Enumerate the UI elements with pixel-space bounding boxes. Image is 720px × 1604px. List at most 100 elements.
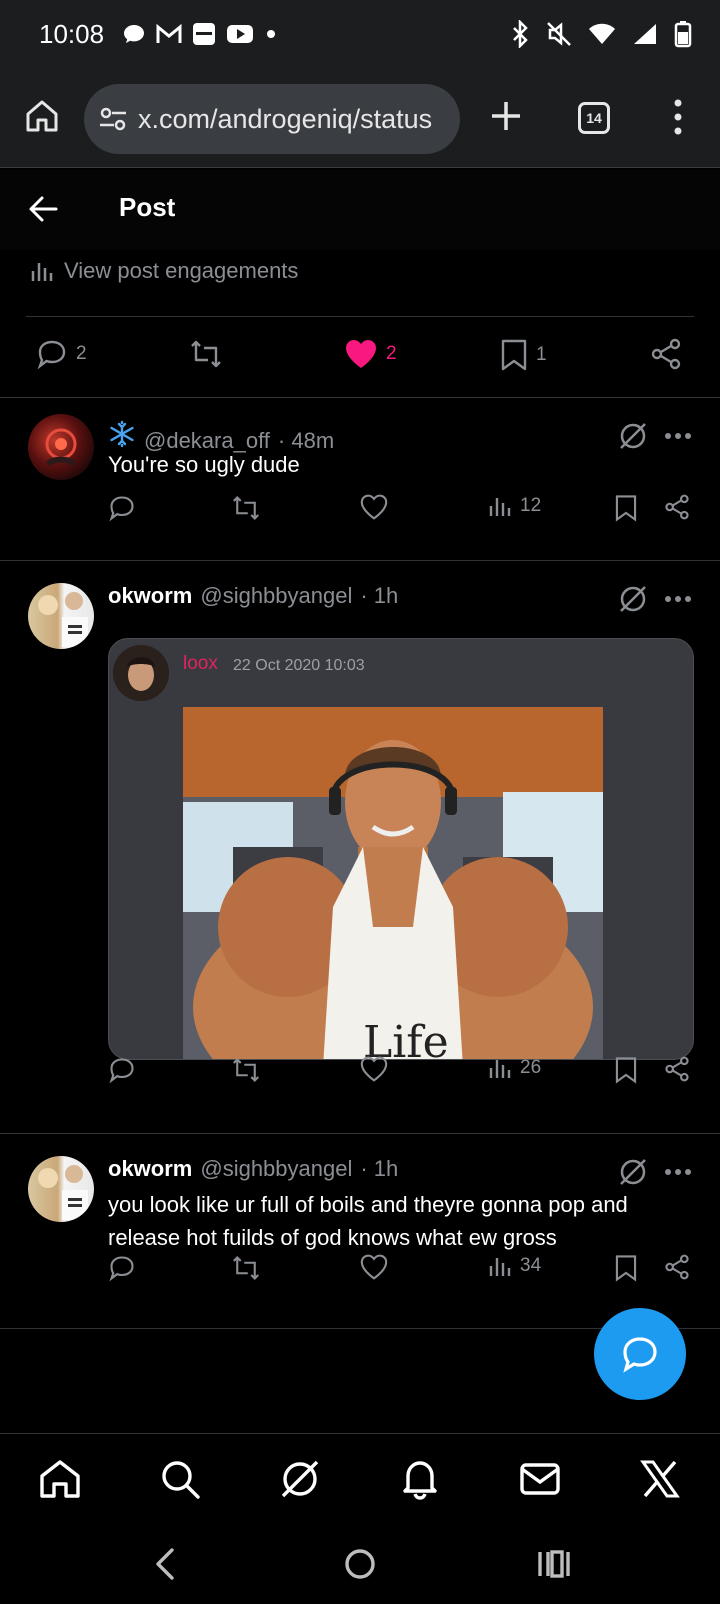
bookmark-button[interactable] xyxy=(614,1254,638,1282)
reply-header: okworm @sighbbyangel · 1h xyxy=(108,1156,398,1182)
repost-button[interactable] xyxy=(230,1254,262,1282)
avatar[interactable] xyxy=(28,1156,94,1222)
like-button[interactable] xyxy=(360,494,388,520)
gym-photo: Life xyxy=(183,707,603,1060)
samsung-icon xyxy=(193,23,215,45)
browser-menu-icon[interactable] xyxy=(664,98,692,136)
quoted-media-card[interactable]: loox 22 Oct 2020 10:03 Life xyxy=(108,638,694,1060)
bookmark-icon xyxy=(615,1057,637,1084)
avatar-art xyxy=(45,428,77,467)
reply-icon xyxy=(37,340,66,370)
reply-button[interactable] xyxy=(108,1254,136,1282)
avatar[interactable] xyxy=(28,414,94,480)
browser-toolbar: x.com/androgeniq/status 14 xyxy=(0,70,720,168)
post-actions: 2 2 1 xyxy=(0,330,720,390)
analytics-icon xyxy=(31,263,53,281)
nav-notifications-icon[interactable] xyxy=(397,1456,443,1502)
repost-button[interactable] xyxy=(230,1056,262,1084)
status-icons-left xyxy=(122,22,278,46)
share-button[interactable] xyxy=(664,1254,690,1280)
nav-home-icon[interactable] xyxy=(37,1456,83,1502)
avatar-art xyxy=(38,1165,88,1220)
mute-icon xyxy=(547,22,571,46)
grok-icon[interactable] xyxy=(617,583,649,615)
reply-actions: 26 xyxy=(0,1056,720,1096)
nav-x-icon[interactable] xyxy=(637,1456,683,1502)
tab-switcher-button[interactable]: 14 xyxy=(578,102,610,134)
reply-handle[interactable]: @sighbbyangel xyxy=(200,1156,352,1182)
more-options-icon[interactable] xyxy=(664,1168,692,1176)
url-text[interactable]: x.com/androgeniq/status xyxy=(138,104,432,135)
like-button[interactable]: 2 xyxy=(344,338,397,370)
reply-header: okworm @sighbbyangel · 1h xyxy=(108,583,398,609)
bookmark-count: 1 xyxy=(536,344,547,365)
bookmark-button[interactable] xyxy=(614,1056,638,1084)
address-bar[interactable]: x.com/androgeniq/status xyxy=(84,84,460,154)
views-button[interactable]: 12 xyxy=(488,494,541,518)
repost-icon xyxy=(233,1058,259,1082)
dot-icon xyxy=(267,30,275,38)
reply-item[interactable]: okworm @sighbbyangel · 1h you look like … xyxy=(0,1134,720,1328)
svg-text:Life: Life xyxy=(363,1017,449,1060)
share-icon xyxy=(665,1056,689,1082)
more-options-icon[interactable] xyxy=(664,432,692,440)
bookmark-icon xyxy=(501,339,527,371)
reply-text: You're so ugly dude xyxy=(108,452,300,477)
view-engagements-link[interactable]: View post engagements xyxy=(30,258,298,284)
more-options-icon[interactable] xyxy=(664,595,692,603)
nav-messages-icon[interactable] xyxy=(517,1456,563,1502)
view-count: 12 xyxy=(520,495,542,516)
reply-display-name[interactable]: okworm xyxy=(108,1156,192,1182)
system-back-icon[interactable] xyxy=(146,1544,186,1584)
reply-button[interactable] xyxy=(108,1056,136,1084)
heart-icon xyxy=(360,494,388,520)
back-arrow-icon[interactable] xyxy=(26,192,60,226)
bookmark-button[interactable]: 1 xyxy=(500,338,547,372)
site-settings-icon[interactable] xyxy=(98,104,128,134)
grok-icon[interactable] xyxy=(617,1156,649,1188)
new-tab-icon[interactable] xyxy=(488,98,524,134)
quote-author: loox xyxy=(183,653,218,674)
reply-icon xyxy=(109,1256,134,1282)
divider xyxy=(26,316,694,317)
bookmark-button[interactable] xyxy=(614,494,638,522)
views-icon xyxy=(489,1060,511,1078)
avatar-art xyxy=(38,592,88,647)
repost-icon xyxy=(233,496,259,520)
bookmark-icon xyxy=(615,1255,637,1282)
reply-time: · 1h xyxy=(360,1156,399,1181)
nav-search-icon[interactable] xyxy=(157,1456,203,1502)
repost-button[interactable] xyxy=(188,338,224,370)
heart-filled-icon xyxy=(346,340,376,368)
snowflake-icon xyxy=(110,420,134,448)
reply-item[interactable]: @dekara_off · 48m You're so ugly dude 12 xyxy=(0,398,720,560)
share-button[interactable] xyxy=(664,494,690,520)
system-home-icon[interactable] xyxy=(340,1544,380,1584)
share-button[interactable] xyxy=(650,338,682,370)
views-button[interactable]: 26 xyxy=(488,1056,541,1080)
quote-image[interactable]: Life xyxy=(183,707,603,1060)
system-recents-icon[interactable] xyxy=(534,1544,574,1584)
like-button[interactable] xyxy=(360,1254,388,1280)
share-icon xyxy=(665,1254,689,1280)
compose-reply-button[interactable] xyxy=(594,1308,686,1400)
post-header: Post xyxy=(0,170,720,250)
reply-item[interactable]: okworm @sighbbyangel · 1h loox 22 Oct 20… xyxy=(0,561,720,1133)
repost-icon xyxy=(191,340,221,368)
repost-button[interactable] xyxy=(230,494,262,522)
share-button[interactable] xyxy=(664,1056,690,1082)
bottom-navigation xyxy=(0,1433,720,1523)
views-icon xyxy=(489,498,511,516)
reply-handle[interactable]: @sighbbyangel xyxy=(200,583,352,609)
bluetooth-icon xyxy=(513,20,528,48)
like-button[interactable] xyxy=(360,1056,388,1082)
avatar[interactable] xyxy=(28,583,94,649)
reply-button[interactable]: 2 xyxy=(36,338,87,370)
home-icon[interactable] xyxy=(24,98,60,134)
nav-grok-icon[interactable] xyxy=(277,1456,323,1502)
reply-display-name[interactable]: okworm xyxy=(108,583,192,609)
views-button[interactable]: 34 xyxy=(488,1254,541,1278)
status-time: 10:08 xyxy=(39,19,105,49)
reply-button[interactable] xyxy=(108,494,136,522)
views-icon xyxy=(489,1258,511,1276)
